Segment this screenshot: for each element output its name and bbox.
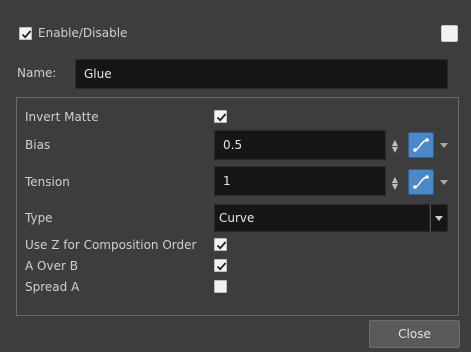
bias-spinner[interactable]: ▲ ▼ — [391, 139, 399, 154]
bias-input[interactable]: 0.5 — [214, 130, 386, 160]
spread-a-checkbox[interactable] — [214, 280, 227, 293]
enable-disable-label: Enable/Disable — [38, 26, 128, 40]
type-select-arrow[interactable] — [430, 204, 448, 232]
use-z-label: Use Z for Composition Order — [25, 238, 197, 252]
function-curve-icon — [413, 138, 429, 152]
function-curve-icon — [413, 175, 429, 189]
spread-a-label: Spread A — [25, 280, 80, 294]
check-icon — [21, 30, 32, 39]
enable-disable-checkbox[interactable] — [19, 27, 32, 40]
close-button[interactable]: Close — [369, 320, 460, 348]
chevron-down-icon — [435, 216, 443, 221]
invert-matte-label: Invert Matte — [25, 110, 99, 124]
type-select[interactable]: Curve — [214, 204, 430, 232]
check-icon — [216, 262, 227, 271]
use-z-checkbox[interactable] — [214, 238, 227, 251]
tension-function-button[interactable] — [408, 169, 434, 195]
tension-label: Tension — [25, 175, 70, 189]
a-over-b-checkbox[interactable] — [214, 259, 227, 272]
check-icon — [216, 113, 227, 122]
name-input[interactable]: Glue — [75, 59, 448, 89]
color-swatch[interactable] — [441, 25, 458, 42]
tension-spinner[interactable]: ▲ ▼ — [391, 176, 399, 191]
bias-function-dropdown-icon[interactable] — [440, 143, 448, 148]
name-label: Name: — [17, 66, 57, 80]
tension-input[interactable]: 1 — [214, 166, 386, 196]
bias-label: Bias — [25, 138, 51, 152]
check-icon — [216, 241, 227, 250]
invert-matte-checkbox[interactable] — [214, 110, 227, 123]
tension-function-dropdown-icon[interactable] — [440, 180, 448, 185]
a-over-b-label: A Over B — [25, 259, 78, 273]
type-label: Type — [25, 211, 53, 225]
bias-function-button[interactable] — [408, 132, 434, 158]
